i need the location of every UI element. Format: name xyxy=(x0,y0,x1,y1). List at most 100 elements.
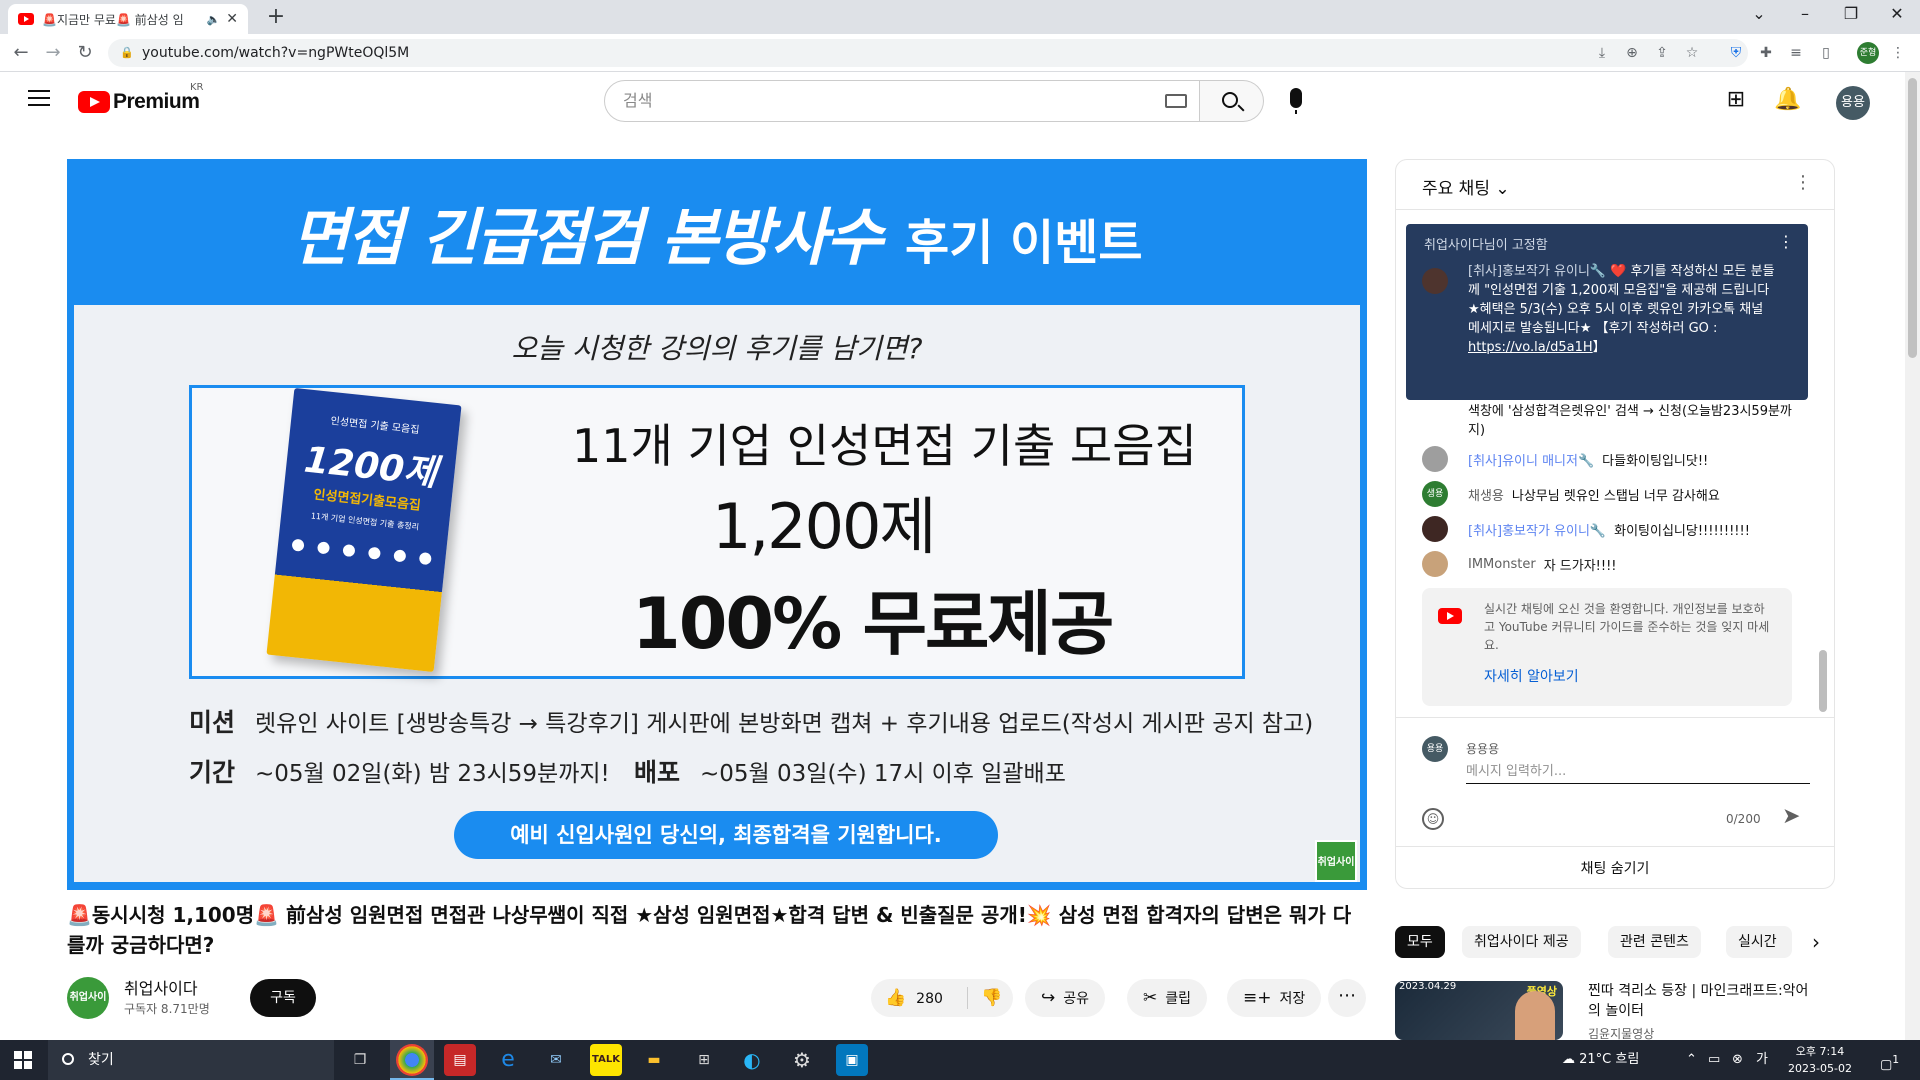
bookmark-star-icon[interactable]: ☆ xyxy=(1680,40,1704,66)
headline-main: 면접 긴급점검 본방사수 xyxy=(291,201,883,274)
new-tab-button[interactable]: + xyxy=(262,4,290,32)
kakaotalk-icon[interactable]: TALK xyxy=(590,1044,622,1076)
logo-wordmark: Premium xyxy=(113,90,200,113)
close-tab-icon[interactable]: ✕ xyxy=(226,11,238,27)
file-explorer-icon[interactable]: ▬ xyxy=(638,1044,670,1076)
chat-author-avatar[interactable] xyxy=(1422,516,1448,542)
youtube-logo-icon xyxy=(1438,608,1462,624)
chip-all[interactable]: 모두 xyxy=(1395,926,1445,958)
chip-related[interactable]: 관련 콘텐츠 xyxy=(1608,926,1701,958)
emoji-icon[interactable]: ☺ xyxy=(1422,808,1444,830)
send-icon[interactable]: ➤ xyxy=(1782,804,1800,829)
youtube-premium-logo[interactable]: Premium KR xyxy=(78,82,204,114)
channel-avatar[interactable]: 취업사이다 xyxy=(67,977,109,1045)
extensions-puzzle-icon[interactable]: ✚ xyxy=(1754,40,1778,66)
chrome-taskbar-icon[interactable] xyxy=(396,1044,428,1076)
dislike-button[interactable]: 👎 xyxy=(975,979,1009,1017)
search-button[interactable] xyxy=(1200,80,1264,122)
pinned-message[interactable]: 취업사이다님이 고정함 ⋮ [취사]홍보작가 유이니🔧 ❤️ 후기를 작성하신 … xyxy=(1406,224,1808,400)
notification-center-icon[interactable]: ▢1 xyxy=(1880,1040,1899,1080)
tray-app-icon[interactable]: ⊗ xyxy=(1732,1040,1743,1080)
minimize-button[interactable]: – xyxy=(1782,0,1828,30)
chat-mode-dropdown[interactable]: 주요 채팅 ⌄ xyxy=(1422,174,1510,199)
subscribe-button[interactable]: 구독 xyxy=(250,979,316,1017)
chat-author[interactable]: 채생용 xyxy=(1468,485,1504,504)
keyboard-icon[interactable] xyxy=(1165,94,1187,108)
zoom-icon[interactable]: ⊕ xyxy=(1620,40,1644,66)
taskbar-clock[interactable]: 오후 7:14 2023-05-02 xyxy=(1780,1043,1860,1077)
rec-thumb-face xyxy=(1515,991,1555,1040)
chat-author[interactable]: [취사]유이니 매니저🔧 xyxy=(1468,450,1594,469)
store-icon[interactable]: ⊞ xyxy=(688,1044,720,1076)
taskbar-search-box[interactable]: 찾기 xyxy=(48,1040,334,1080)
tray-chevron-icon[interactable]: ⌃ xyxy=(1686,1040,1697,1080)
share-page-icon[interactable]: ⇪ xyxy=(1650,40,1674,66)
settings-gear-icon[interactable]: ⚙ xyxy=(786,1044,818,1076)
chat-author-avatar[interactable]: 생용 xyxy=(1422,481,1448,507)
chip-channel[interactable]: 취업사이다 제공 xyxy=(1462,926,1581,958)
search-input[interactable]: 검색 xyxy=(604,80,1200,122)
close-window-button[interactable]: ✕ xyxy=(1874,0,1920,30)
account-avatar[interactable]: 용용 xyxy=(1836,86,1870,120)
chrome-menu-icon[interactable]: ⋮ xyxy=(1886,40,1910,66)
page-scrollbar[interactable] xyxy=(1905,72,1920,1040)
learn-more-link[interactable]: 자세히 알아보기 xyxy=(1484,666,1579,686)
ime-icon[interactable]: 가 xyxy=(1756,1040,1768,1080)
forward-button[interactable]: → xyxy=(40,40,66,66)
tab-search-chevron-icon[interactable]: ⌄ xyxy=(1736,0,1782,30)
speaker-icon[interactable]: 🔈 xyxy=(207,13,221,26)
more-actions-button[interactable]: ⋯ xyxy=(1328,979,1366,1017)
channel-name[interactable]: 취업사이다 xyxy=(124,975,198,999)
address-bar[interactable]: 🔒 youtube.com/watch?v=ngPWteOQl5M xyxy=(108,39,1748,67)
clip-button[interactable]: ✂ 클립 xyxy=(1127,979,1208,1017)
browser-tab-active[interactable]: 🚨지금만 무료🚨 前삼성 임 🔈 ✕ xyxy=(8,4,248,34)
weather-widget[interactable]: ☁ 21°C 흐림 xyxy=(1562,1040,1639,1080)
like-button[interactable]: 👍 280 xyxy=(885,979,943,1018)
recommended-video-thumbnail[interactable]: 2023.04.29 풀영상 xyxy=(1395,981,1563,1040)
side-panel-icon[interactable]: ▯ xyxy=(1814,40,1838,66)
hide-chat-button[interactable]: 채팅 숨기기 xyxy=(1396,846,1834,888)
voice-search-icon[interactable] xyxy=(1290,88,1302,114)
save-button[interactable]: ≡+ 저장 xyxy=(1227,979,1322,1017)
chat-author[interactable]: [취사]홍보작가 유이니🔧 xyxy=(1468,520,1606,539)
browser-profile-avatar[interactable]: 준형 xyxy=(1857,42,1879,64)
chat-text: 자 드가자!!!! xyxy=(1543,558,1617,574)
maximize-button[interactable]: ❐ xyxy=(1828,0,1874,30)
chat-author[interactable]: IMMonster xyxy=(1468,557,1536,572)
notifications-bell-icon[interactable]: 🔔 xyxy=(1774,86,1802,114)
shield-extension-icon[interactable]: ⛨ xyxy=(1724,40,1748,66)
reading-list-icon[interactable]: ≡ xyxy=(1784,40,1808,66)
scissors-icon: ✂ xyxy=(1143,988,1158,1008)
chip-live[interactable]: 실시간 xyxy=(1726,926,1792,958)
chat-scrollbar[interactable] xyxy=(1819,650,1827,712)
chat-message-input[interactable]: 메시지 입력하기... xyxy=(1466,760,1810,784)
edge-icon[interactable]: ◐ xyxy=(736,1044,768,1076)
chat-user-name: 용용용 xyxy=(1466,742,1500,756)
app2-taskbar-icon[interactable]: ▣ xyxy=(836,1044,868,1076)
page-scrollbar-thumb[interactable] xyxy=(1908,78,1917,358)
recommended-video-title[interactable]: 찐따 격리소 등장 | 마인크래프트:악어의 놀이터 xyxy=(1588,981,1818,1021)
app-taskbar-icon[interactable]: ▤ xyxy=(444,1044,476,1076)
chevron-right-icon[interactable]: › xyxy=(1800,926,1832,958)
back-button[interactable]: ← xyxy=(8,40,34,66)
channel-watermark[interactable]: 취업사이다 xyxy=(1315,840,1357,882)
chat-menu-icon[interactable]: ⋮ xyxy=(1794,172,1812,193)
mission-label: 미션 xyxy=(189,708,236,737)
guide-menu-icon[interactable] xyxy=(28,90,50,106)
video-player[interactable]: 면접 긴급점검 본방사수 후기 이벤트 오늘 시청한 강의의 후기를 남기면? 인… xyxy=(67,159,1367,890)
install-app-icon[interactable]: ⤓ xyxy=(1590,40,1614,66)
battery-icon[interactable]: ▭ xyxy=(1708,1040,1720,1080)
create-video-icon[interactable]: ⊞ xyxy=(1722,86,1750,114)
chat-author-avatar[interactable] xyxy=(1422,551,1448,577)
share-button[interactable]: ↪ 공유 xyxy=(1025,979,1106,1017)
reload-button[interactable]: ↻ xyxy=(72,40,98,66)
pinned-menu-icon[interactable]: ⋮ xyxy=(1778,232,1794,251)
like-dislike-group: 👍 280 👎 xyxy=(871,979,1013,1017)
mail-icon[interactable]: ✉ xyxy=(540,1044,572,1076)
welcome-text: 실시간 채팅에 오신 것을 환영합니다. 개인정보를 보호하고 YouTube … xyxy=(1484,602,1770,652)
pinned-link[interactable]: https://vo.la/d5a1H xyxy=(1468,340,1593,355)
internet-explorer-icon[interactable]: e xyxy=(492,1044,524,1076)
chat-author-avatar[interactable] xyxy=(1422,446,1448,472)
task-view-icon[interactable]: ❐ xyxy=(344,1044,376,1076)
windows-start-icon[interactable] xyxy=(14,1051,32,1069)
